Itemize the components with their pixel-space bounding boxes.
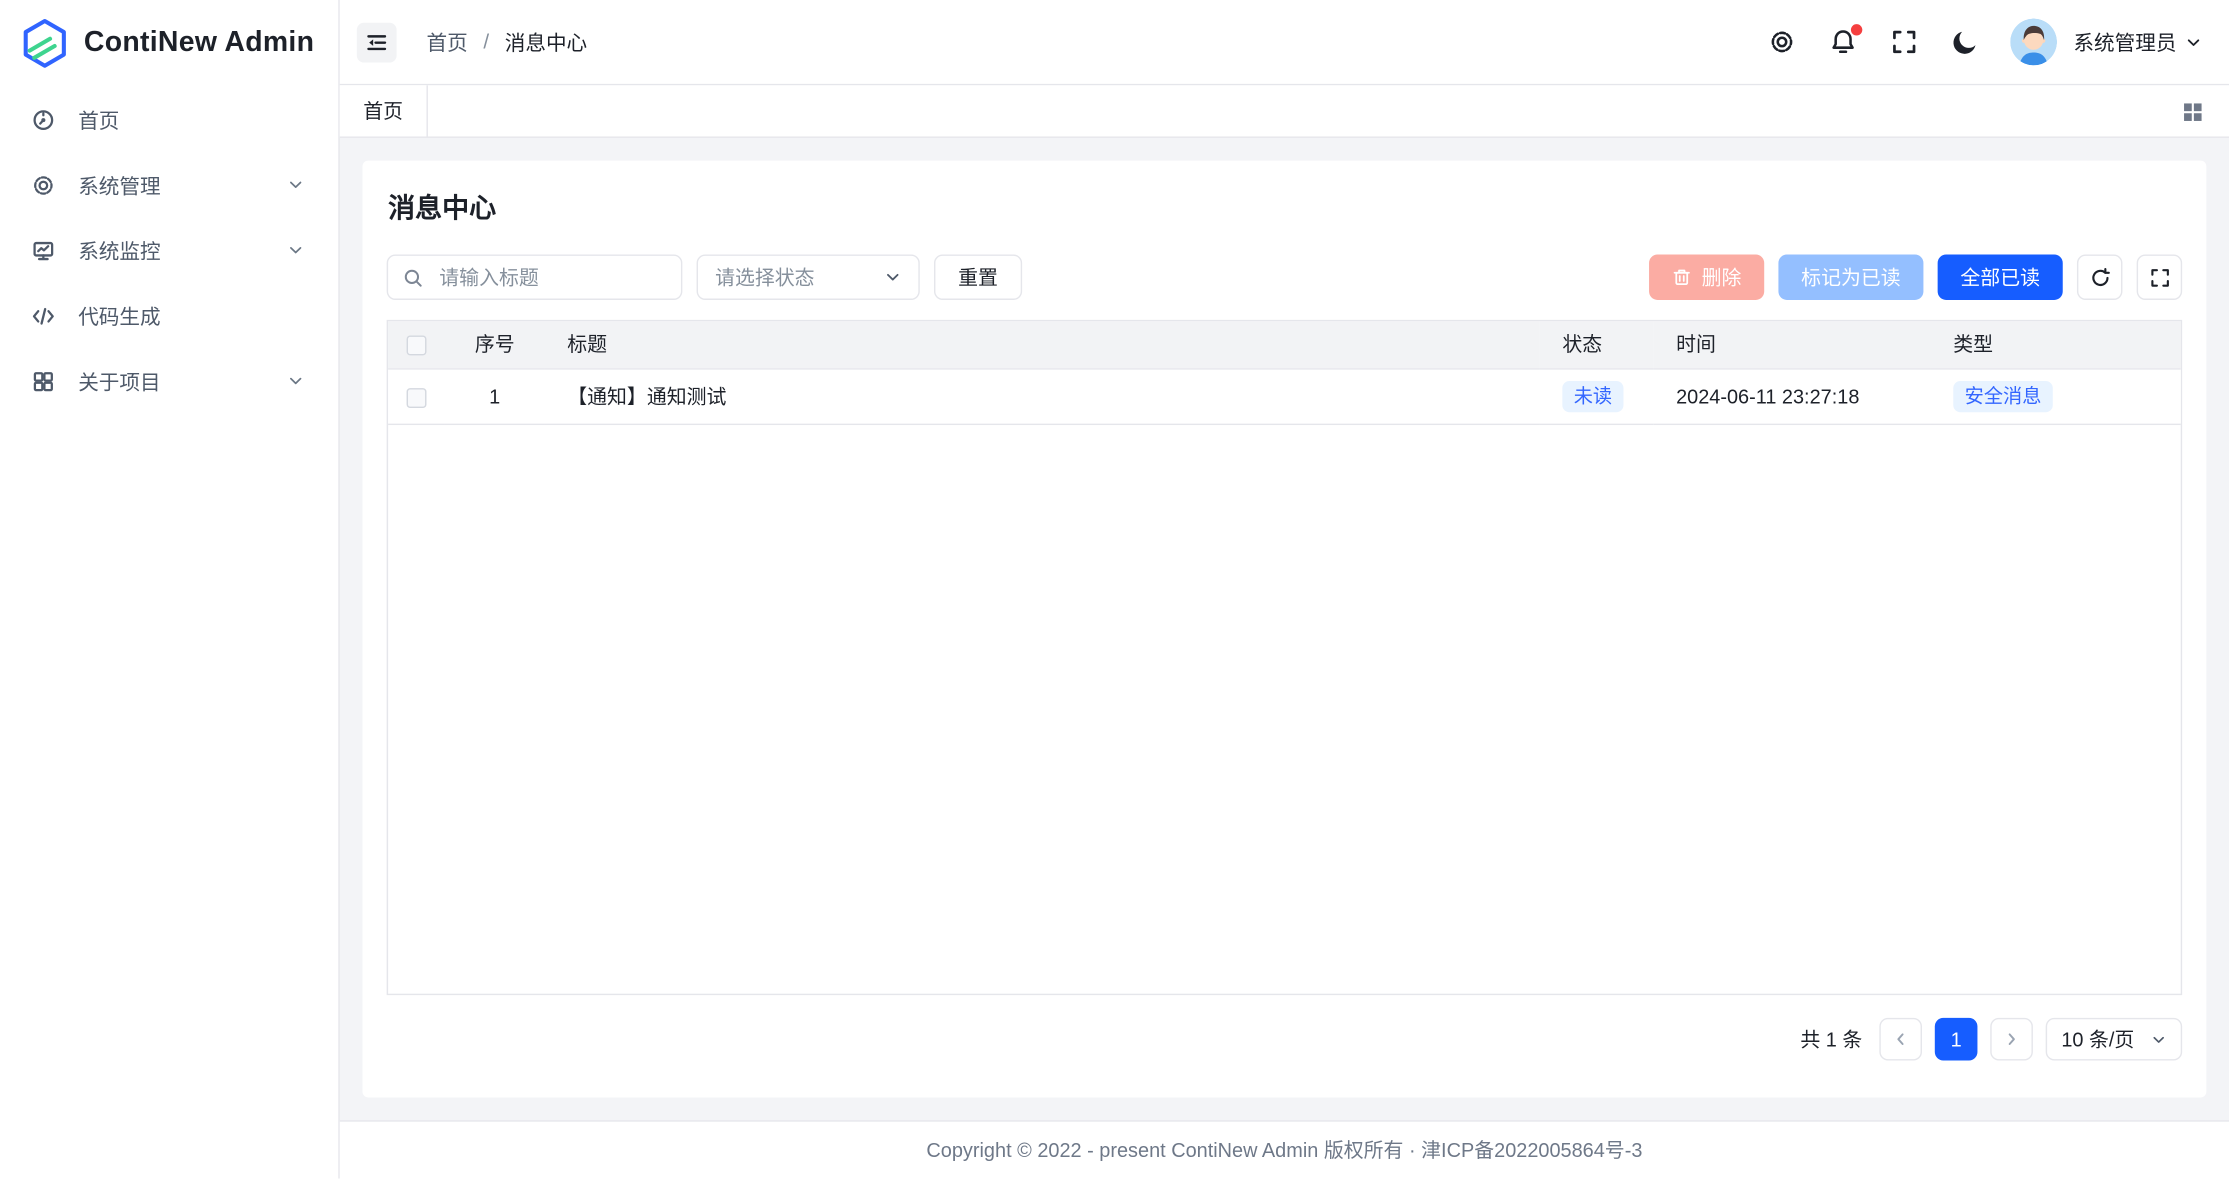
fullscreen-icon: [1890, 28, 1917, 55]
sidebar-item-label: 系统监控: [78, 235, 287, 265]
message-center-card: 消息中心 请选择状态: [363, 161, 2207, 1098]
chevron-down-icon: [884, 269, 901, 286]
apps-grid-icon: [31, 369, 55, 393]
fullscreen-button[interactable]: [1890, 28, 1917, 55]
moon-icon: [1951, 28, 1978, 55]
sidebar-item-label: 代码生成: [78, 301, 304, 331]
sidebar: ContiNew Admin 首页: [0, 0, 340, 1179]
cell-title: 【通知】通知测试: [544, 368, 1539, 423]
row-checkbox[interactable]: [407, 388, 427, 408]
table-row[interactable]: 1 【通知】通知测试 未读 2024-06-11 23:27:18 安全消息: [388, 368, 2181, 423]
sidebar-item-label: 系统管理: [78, 170, 287, 200]
sidebar-collapse-button[interactable]: [357, 22, 397, 62]
page-size-select[interactable]: 10 条/页: [2046, 1018, 2182, 1061]
title-search-field[interactable]: [387, 254, 683, 299]
breadcrumb: 首页 / 消息中心: [426, 27, 587, 57]
monitor-icon: [31, 238, 55, 262]
tab-actions-grid-icon[interactable]: [2181, 99, 2205, 123]
breadcrumb-current: 消息中心: [505, 27, 587, 57]
page-title: 消息中心: [388, 188, 2182, 226]
sidebar-item-system-management[interactable]: 系统管理: [11, 156, 327, 213]
column-header-time: 时间: [1653, 321, 1930, 368]
status-select[interactable]: 请选择状态: [697, 254, 920, 299]
chevron-down-icon: [287, 372, 304, 389]
app-root: ContiNew Admin 首页: [0, 0, 2229, 1179]
column-header-type: 类型: [1931, 321, 2181, 368]
app-title: ContiNew Admin: [84, 26, 314, 59]
sidebar-item-label: 首页: [78, 104, 304, 134]
chevron-down-icon: [2185, 33, 2202, 50]
expand-icon: [2149, 267, 2170, 288]
avatar[interactable]: [2009, 18, 2056, 65]
messages-table: 序号 标题 状态 时间 类型 1: [387, 320, 2182, 995]
select-all-checkbox[interactable]: [407, 336, 427, 356]
notification-dot: [1850, 24, 1861, 35]
breadcrumb-separator: /: [483, 31, 489, 54]
chevron-right-icon: [2003, 1031, 2020, 1048]
column-header-title: 标题: [544, 321, 1539, 368]
settings-button[interactable]: [1768, 28, 1795, 55]
table-fullscreen-button[interactable]: [2137, 254, 2182, 299]
delete-button[interactable]: 删除: [1649, 254, 1764, 299]
pagination-total: 共 1 条: [1800, 1025, 1862, 1053]
delete-label: 删除: [1702, 263, 1742, 291]
next-page-button[interactable]: [1990, 1018, 2033, 1061]
sidebar-item-about-project[interactable]: 关于项目: [11, 353, 327, 410]
chevron-down-icon: [2151, 1031, 2167, 1047]
sidebar-item-home[interactable]: 首页: [11, 91, 327, 148]
reset-button[interactable]: 重置: [934, 254, 1022, 299]
code-icon: [31, 304, 55, 328]
pagination: 共 1 条 1 10 条/页: [387, 1018, 2182, 1061]
type-badge: 安全消息: [1953, 380, 2053, 411]
sidebar-item-system-monitor[interactable]: 系统监控: [11, 222, 327, 279]
sidebar-menu: 首页 系统管理: [0, 85, 338, 418]
cell-index: 1: [445, 368, 545, 423]
menu-fold-icon: [365, 31, 388, 54]
breadcrumb-home[interactable]: 首页: [426, 27, 467, 57]
dark-mode-button[interactable]: [1951, 28, 1978, 55]
chevron-down-icon: [287, 242, 304, 259]
trash-icon: [1672, 267, 1692, 287]
mark-read-button[interactable]: 标记为已读: [1778, 254, 1923, 299]
refresh-icon: [2089, 267, 2110, 288]
chevron-down-icon: [287, 176, 304, 193]
hexagon-logo-icon: [18, 16, 71, 69]
status-badge: 未读: [1562, 380, 1623, 411]
cell-time: 2024-06-11 23:27:18: [1653, 368, 1930, 423]
table-header-row: 序号 标题 状态 时间 类型: [388, 321, 2181, 368]
page-size-value: 10 条/页: [2061, 1025, 2134, 1053]
page-footer: Copyright © 2022 - present ContiNew Admi…: [340, 1120, 2229, 1178]
copyright-text: Copyright © 2022 - present ContiNew Admi…: [926, 1136, 1642, 1164]
search-icon: [402, 267, 423, 288]
app-logo[interactable]: ContiNew Admin: [0, 0, 338, 85]
avatar-image: [2009, 18, 2056, 65]
all-read-button[interactable]: 全部已读: [1938, 254, 2063, 299]
toolbar: 请选择状态 重置: [387, 254, 2182, 299]
top-header: 首页 / 消息中心: [340, 0, 2229, 85]
tab-label: 首页: [363, 97, 403, 125]
user-name[interactable]: 系统管理员: [2073, 27, 2176, 57]
gear-icon: [1768, 28, 1795, 55]
chevron-left-icon: [1892, 1031, 1909, 1048]
status-select-placeholder: 请选择状态: [715, 263, 815, 291]
dashboard-icon: [31, 107, 55, 131]
search-input[interactable]: [436, 264, 666, 290]
gear-icon: [31, 173, 55, 197]
tab-home[interactable]: 首页: [340, 85, 428, 136]
column-header-status: 状态: [1540, 321, 1654, 368]
sidebar-item-code-generation[interactable]: 代码生成: [11, 287, 327, 344]
column-header-index: 序号: [445, 321, 545, 368]
tab-bar: 首页: [340, 85, 2229, 138]
page-content: 消息中心 请选择状态: [340, 138, 2229, 1120]
page-number-button[interactable]: 1: [1935, 1018, 1978, 1061]
refresh-button[interactable]: [2077, 254, 2122, 299]
sidebar-item-label: 关于项目: [78, 366, 287, 396]
notifications-button[interactable]: [1829, 28, 1856, 55]
prev-page-button[interactable]: [1879, 1018, 1922, 1061]
